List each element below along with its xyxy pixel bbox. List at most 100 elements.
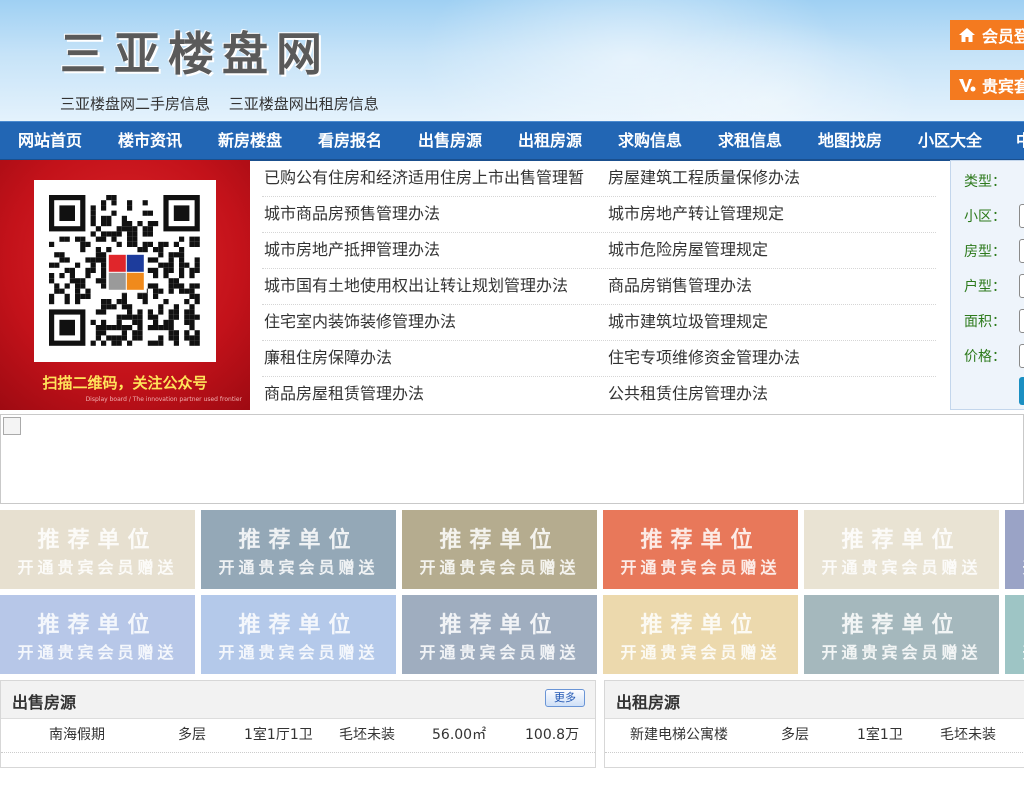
panel-header: 出售房源 更多: [1, 681, 595, 719]
news-link[interactable]: 公共租赁住房管理办法: [608, 376, 928, 412]
sale-listings-panel: 出售房源 更多 南海假期 多层 1室1厅1卫 毛坯未装 56.00㎡ 100.8…: [0, 680, 596, 768]
table-row[interactable]: 新建电梯公寓楼 多层 1室1卫 毛坯未装: [605, 718, 1024, 753]
news-link[interactable]: 商品房屋租赁管理办法: [264, 376, 594, 412]
price-label: 价格：: [964, 349, 1006, 365]
tile-title: 推荐单位: [439, 613, 560, 638]
layout-select[interactable]: [1019, 274, 1024, 298]
nav-item-wanted-rent[interactable]: 求租信息: [718, 122, 782, 159]
nav-item-news[interactable]: 楼市资讯: [118, 122, 182, 159]
nav-item-for-sale[interactable]: 出售房源: [418, 122, 482, 159]
news-link[interactable]: 城市建筑垃圾管理规定: [608, 304, 928, 340]
ad-banner[interactable]: [0, 414, 1024, 504]
news-link[interactable]: 廉租住房保障办法: [264, 340, 594, 376]
qr-promo[interactable]: 扫描二维码，关注公众号 Display board / The innovati…: [0, 160, 250, 410]
sale-panel-title: 出售房源: [12, 693, 77, 712]
news-link[interactable]: 住宅专项维修资金管理办法: [608, 340, 928, 376]
news-link[interactable]: 城市商品房预售管理办法: [264, 196, 594, 232]
recommended-unit-tile[interactable]: 推荐单位开通贵宾会员赠送: [201, 510, 396, 589]
news-link[interactable]: 商品房销售管理办法: [608, 268, 928, 304]
news-link[interactable]: 房屋建筑工程质量保修办法: [608, 160, 928, 196]
tile-title: 推荐单位: [841, 613, 962, 638]
tile-subtitle: 开通贵宾会员赠送: [1005, 639, 1024, 663]
nav-item-communities[interactable]: 小区大全: [918, 122, 982, 159]
room-label: 房型：: [964, 244, 1006, 260]
recommended-unit-tile[interactable]: 推荐单位开通贵宾会员赠送: [0, 595, 195, 674]
nav-item-wanted-buy[interactable]: 求购信息: [618, 122, 682, 159]
news-link[interactable]: 住宅室内装饰装修管理办法: [264, 304, 594, 340]
tile-subtitle: 开通贵宾会员赠送: [17, 643, 178, 662]
type-label: 类型：: [964, 174, 1006, 190]
news-link[interactable]: 城市房地产抵押管理办法: [264, 232, 594, 268]
list-item: 商品房屋租赁管理办法 公共租赁住房管理办法: [262, 376, 936, 412]
policy-news-list: 已购公有住房和经济适用住房上市出售管理暂 房屋建筑工程质量保修办法 城市商品房预…: [262, 160, 936, 410]
recommended-unit-tile[interactable]: 推荐单位开通贵宾会员赠送: [1005, 595, 1024, 674]
listing-name[interactable]: 南海假期: [49, 718, 105, 752]
tile-subtitle: 开通贵宾会员赠送: [419, 558, 580, 577]
tile-subtitle: 开通贵宾会员赠送: [17, 558, 178, 577]
main-nav: 网站首页 楼市资讯 新房楼盘 看房报名 出售房源 出租房源 求购信息 求租信息 …: [0, 121, 1024, 161]
tile-title: 推荐单位: [238, 528, 359, 553]
news-link[interactable]: 已购公有住房和经济适用住房上市出售管理暂: [264, 160, 594, 196]
listing-price: 100.8万: [525, 727, 580, 743]
recommended-unit-tile[interactable]: 推荐单位开通贵宾会员赠送: [402, 595, 597, 674]
nav-item-home[interactable]: 网站首页: [18, 122, 82, 159]
tile-title: 推荐单位: [1005, 522, 1024, 554]
table-row[interactable]: 南海假期 多层 1室1厅1卫 毛坯未装 56.00㎡ 100.8万: [1, 718, 595, 753]
search-button[interactable]: [1019, 377, 1024, 405]
price-select[interactable]: [1019, 344, 1024, 368]
list-item: 已购公有住房和经济适用住房上市出售管理暂 房屋建筑工程质量保修办法: [262, 160, 936, 197]
property-search-panel: 类型： 小区： 房型： 户型： 面积： 价格：: [950, 160, 1024, 410]
vip-package-label: 贵宾套: [982, 77, 1024, 96]
recommended-unit-tile[interactable]: 推荐单位开通贵宾会员赠送: [201, 595, 396, 674]
community-input[interactable]: [1019, 204, 1024, 228]
site-header: 三亚楼盘网 三亚楼盘网二手房信息 三亚楼盘网出租房信息 会员登 贵宾套: [0, 0, 1024, 121]
listing-rooms: 1室1厅1卫: [244, 727, 313, 743]
recommended-unit-tile[interactable]: 推荐单位开通贵宾会员赠送: [0, 510, 195, 589]
community-label: 小区：: [964, 209, 1006, 225]
broken-image-icon: [3, 417, 21, 435]
tile-title: 推荐单位: [1005, 607, 1024, 639]
listing-decoration: 毛坯未装: [940, 727, 996, 743]
more-button[interactable]: 更多: [545, 689, 585, 707]
nav-item-for-rent[interactable]: 出租房源: [518, 122, 582, 159]
listing-floors: 多层: [178, 727, 206, 743]
tile-title: 推荐单位: [439, 528, 560, 553]
nav-item-new-homes[interactable]: 新房楼盘: [218, 122, 282, 159]
recommended-unit-tile[interactable]: 推荐单位开通贵宾会员赠送: [804, 510, 999, 589]
table-row[interactable]: [1, 753, 595, 787]
header-sublinks: 三亚楼盘网二手房信息 三亚楼盘网出租房信息: [60, 93, 393, 114]
vip-package-button[interactable]: 贵宾套: [950, 70, 1024, 100]
tile-subtitle: 开通贵宾会员赠送: [620, 558, 781, 577]
rent-panel-title: 出租房源: [616, 693, 681, 712]
tile-subtitle: 开通贵宾会员赠送: [821, 643, 982, 662]
area-select[interactable]: [1019, 309, 1024, 333]
recommended-unit-tile[interactable]: 推荐单位开通贵宾会员赠送: [603, 595, 798, 674]
list-item: 城市国有土地使用权出让转让规划管理办法 商品房销售管理办法: [262, 268, 936, 305]
site-logo[interactable]: 三亚楼盘网: [60, 18, 330, 84]
vip-icon: [959, 79, 976, 92]
rental-link[interactable]: 三亚楼盘网出租房信息: [229, 95, 379, 113]
nav-item-more[interactable]: 中: [1016, 122, 1024, 159]
recommended-unit-tile[interactable]: 推荐单位开通贵宾会员赠送: [603, 510, 798, 589]
list-item: 城市房地产抵押管理办法 城市危险房屋管理规定: [262, 232, 936, 269]
nav-item-viewing-signup[interactable]: 看房报名: [318, 122, 382, 159]
recommended-unit-tile[interactable]: 推荐单位开通贵宾会员赠送: [402, 510, 597, 589]
listing-name[interactable]: 新建电梯公寓楼: [630, 718, 728, 752]
secondhand-link[interactable]: 三亚楼盘网二手房信息: [60, 95, 210, 113]
news-link[interactable]: 城市危险房屋管理规定: [608, 232, 928, 268]
table-row[interactable]: [605, 753, 1024, 787]
tile-subtitle: 开通贵宾会员赠送: [821, 558, 982, 577]
tile-subtitle: 开通贵宾会员赠送: [1005, 554, 1024, 578]
tile-subtitle: 开通贵宾会员赠送: [419, 643, 580, 662]
news-link[interactable]: 城市国有土地使用权出让转让规划管理办法: [264, 268, 594, 304]
recommended-unit-tile[interactable]: 推荐单位开通贵宾会员赠送: [804, 595, 999, 674]
member-login-button[interactable]: 会员登: [950, 20, 1024, 50]
home-icon: [959, 28, 975, 42]
news-link[interactable]: 城市房地产转让管理规定: [608, 196, 928, 232]
tile-subtitle: 开通贵宾会员赠送: [218, 558, 379, 577]
recommended-unit-tile[interactable]: 推荐单位开通贵宾会员赠送: [1005, 510, 1024, 589]
nav-item-map-search[interactable]: 地图找房: [818, 122, 882, 159]
tile-title: 推荐单位: [640, 613, 761, 638]
member-login-label: 会员登: [982, 27, 1024, 46]
room-select[interactable]: [1019, 239, 1024, 263]
